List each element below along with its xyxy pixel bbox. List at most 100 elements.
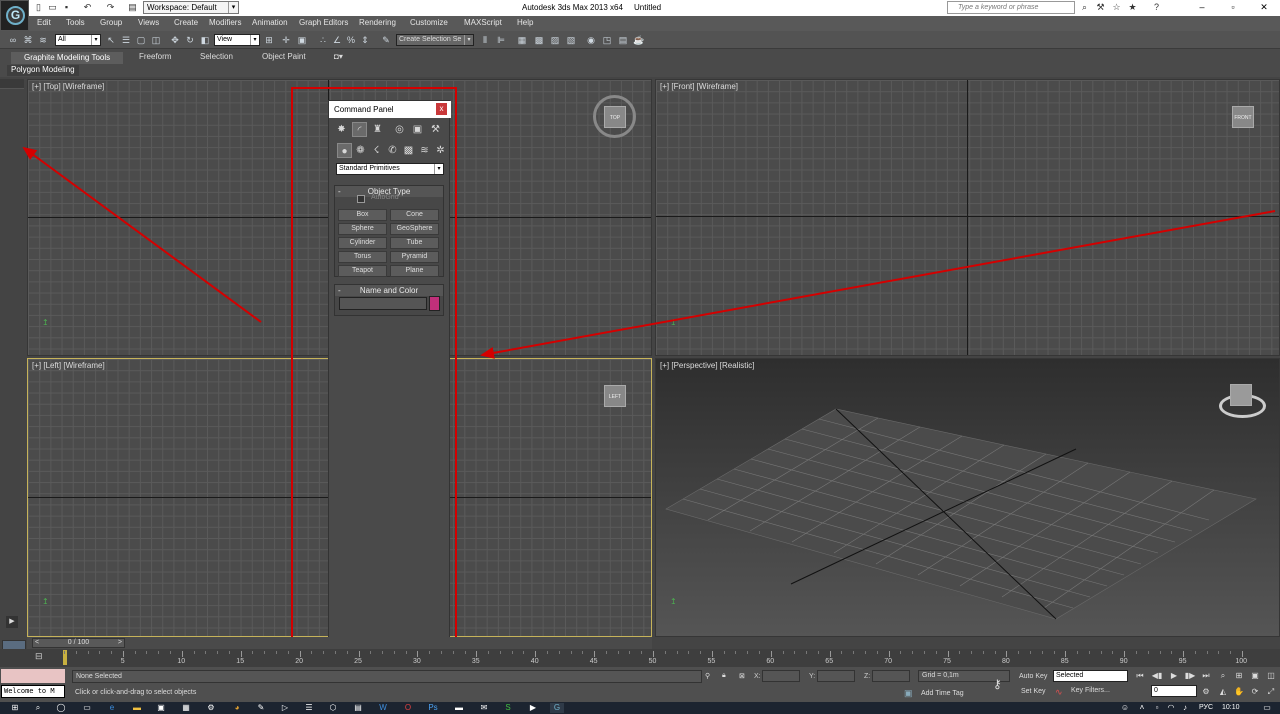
- viewport-label-left[interactable]: [+] [Left] [Wireframe]: [32, 361, 105, 370]
- menu-rendering[interactable]: Rendering: [359, 18, 396, 27]
- key-mode-dropdown[interactable]: Selected: [1053, 670, 1128, 682]
- expand-arrow-icon[interactable]: ▶: [6, 616, 18, 628]
- select-by-name-icon[interactable]: ☰: [120, 34, 132, 46]
- previous-frame-icon[interactable]: ◀▮: [1151, 670, 1163, 681]
- object-color-swatch[interactable]: [429, 296, 440, 311]
- menu-tools[interactable]: Tools: [66, 18, 85, 27]
- select-object-icon[interactable]: ↖: [105, 34, 117, 46]
- 3dsmax-taskbar-icon[interactable]: G: [550, 703, 564, 713]
- edge-icon[interactable]: e: [107, 703, 117, 713]
- viewcube-icon[interactable]: TOP: [604, 106, 626, 128]
- orbit-icon[interactable]: ⟳: [1249, 686, 1261, 697]
- layer-manager-icon[interactable]: ▦: [516, 34, 528, 46]
- player-icon[interactable]: ▶: [528, 703, 538, 713]
- viewport-label-perspective[interactable]: [+] [Perspective] [Realistic]: [660, 361, 754, 370]
- autogrid-checkbox[interactable]: [357, 195, 365, 203]
- media-icon[interactable]: ▷: [280, 703, 290, 713]
- task-view-icon[interactable]: ◯: [56, 703, 66, 713]
- menu-customize[interactable]: Customize: [410, 18, 448, 27]
- add-time-tag-icon[interactable]: ▣: [904, 688, 913, 699]
- y-coordinate-field[interactable]: [817, 670, 855, 682]
- viewport-front[interactable]: FRONT [+] [Front] [Wireframe] ↥: [655, 79, 1280, 356]
- rectangular-selection-icon[interactable]: ▢: [135, 34, 147, 46]
- menu-edit[interactable]: Edit: [37, 18, 51, 27]
- project-folder-icon[interactable]: ▤: [127, 2, 138, 13]
- key-curve-icon[interactable]: ∿: [1055, 687, 1063, 698]
- tab-graphite-modeling-tools[interactable]: Graphite Modeling Tools: [11, 52, 123, 64]
- absolute-mode-icon[interactable]: ⊠: [739, 672, 745, 680]
- photoshop-icon[interactable]: Ps: [428, 703, 438, 713]
- command-panel-title[interactable]: Command Panel: [329, 101, 451, 118]
- maxscript-listener-input[interactable]: Welcome to M: [1, 685, 65, 698]
- track-bar[interactable]: ⊟ 5 10 15 20 25 30 35 40 45 50 55 60 65 70 75 80 85 90 95 1…: [0, 649, 1280, 667]
- taskbar-app-icon[interactable]: ▭: [82, 703, 92, 713]
- shapes-icon[interactable]: ❁: [353, 143, 368, 158]
- undo-icon[interactable]: ↶: [82, 2, 93, 13]
- time-slider-bar[interactable]: <0 / 100 >: [27, 637, 652, 649]
- language-indicator[interactable]: РУС: [1199, 704, 1213, 711]
- cameras-icon[interactable]: ✆: [385, 143, 400, 158]
- menu-animation[interactable]: Animation: [252, 18, 288, 27]
- current-frame-field[interactable]: 0: [1151, 685, 1197, 697]
- lights-icon[interactable]: ☇: [369, 143, 384, 158]
- box-button[interactable]: Box: [338, 209, 387, 221]
- selection-filter-dropdown[interactable]: All ▾: [55, 34, 101, 46]
- auto-key-button[interactable]: Auto Key: [1019, 673, 1047, 680]
- slider-left-arrow-icon[interactable]: <: [35, 639, 39, 647]
- named-selection-dropdown[interactable]: Create Selection Se ▾: [396, 34, 474, 46]
- spinner-snap-icon[interactable]: ⇕: [359, 34, 371, 46]
- folder-icon[interactable]: ▬: [454, 703, 464, 713]
- tray-chevron-icon[interactable]: ˄: [1137, 703, 1147, 713]
- object-category-dropdown[interactable]: Standard Primitives ▾: [336, 163, 444, 175]
- menu-create[interactable]: Create: [174, 18, 198, 27]
- field-of-view-icon[interactable]: ◭: [1217, 686, 1229, 697]
- menu-modifiers[interactable]: Modifiers: [209, 18, 241, 27]
- tray-volume-icon[interactable]: ♪: [1180, 703, 1190, 713]
- notifications-icon[interactable]: ▭: [1262, 703, 1272, 713]
- viewport-perspective[interactable]: [+] [Perspective] [Realistic] ↥: [655, 358, 1280, 637]
- lock-icon[interactable]: 🔒︎: [722, 672, 726, 680]
- select-manipulate-icon[interactable]: ✛: [280, 34, 292, 46]
- percent-snap-icon[interactable]: %: [345, 34, 357, 46]
- tray-people-icon[interactable]: ☺: [1120, 703, 1130, 713]
- utilities-tab-icon[interactable]: ⚒: [428, 122, 443, 137]
- chat-icon[interactable]: ✉: [479, 703, 489, 713]
- rotate-icon[interactable]: ↻: [184, 34, 196, 46]
- calculator-icon[interactable]: ▦: [181, 703, 191, 713]
- ribbon-options-icon[interactable]: ◘▾: [334, 52, 343, 64]
- viewport-label-top[interactable]: [+] [Top] [Wireframe]: [32, 82, 104, 91]
- key-icon[interactable]: ⚷: [993, 677, 1002, 691]
- go-to-start-icon[interactable]: ⏮: [1134, 670, 1146, 681]
- window-crossing-icon[interactable]: ◫: [150, 34, 162, 46]
- tray-wifi-icon[interactable]: ◠: [1166, 703, 1176, 713]
- zoom-extents-icon[interactable]: ▣: [1249, 670, 1261, 681]
- redo-icon[interactable]: ↷: [105, 2, 116, 13]
- paint-icon[interactable]: ✎: [256, 703, 266, 713]
- menu-group[interactable]: Group: [100, 18, 122, 27]
- tube-button[interactable]: Tube: [390, 237, 439, 249]
- mini-curve-editor-icon[interactable]: ⊟: [35, 651, 43, 662]
- add-time-tag-label[interactable]: Add Time Tag: [921, 690, 964, 697]
- helpers-icon[interactable]: ▩: [401, 143, 416, 158]
- curve-editor-icon[interactable]: ▨: [549, 34, 561, 46]
- viewcube-icon[interactable]: LEFT: [604, 385, 626, 407]
- logo-app-button[interactable]: G: [0, 0, 29, 31]
- space-warps-icon[interactable]: ≋: [417, 143, 432, 158]
- set-key-button[interactable]: Set Key: [1021, 688, 1046, 695]
- open-file-icon[interactable]: ▭: [47, 2, 58, 13]
- display-tab-icon[interactable]: ▣: [410, 122, 425, 137]
- tab-selection[interactable]: Selection: [200, 52, 233, 64]
- plane-button[interactable]: Plane: [390, 265, 439, 277]
- binoculars-icon[interactable]: ⌕: [1079, 2, 1090, 13]
- search-input[interactable]: Type a keyword or phrase: [947, 1, 1075, 14]
- zoom-icon[interactable]: ⌕: [1217, 670, 1229, 681]
- explorer-icon[interactable]: ▬: [132, 703, 142, 713]
- time-slider[interactable]: <0 / 100 >: [32, 638, 125, 648]
- snap-3d-icon[interactable]: ∴: [317, 34, 329, 46]
- schematic-view-icon[interactable]: ▧: [565, 34, 577, 46]
- x-coordinate-field[interactable]: [762, 670, 800, 682]
- zoom-all-icon[interactable]: ⊞: [1233, 670, 1245, 681]
- clock[interactable]: 10:10: [1222, 704, 1240, 711]
- selection-lock-icon[interactable]: ⚲: [705, 672, 710, 680]
- render-production-icon[interactable]: ☕: [633, 34, 645, 46]
